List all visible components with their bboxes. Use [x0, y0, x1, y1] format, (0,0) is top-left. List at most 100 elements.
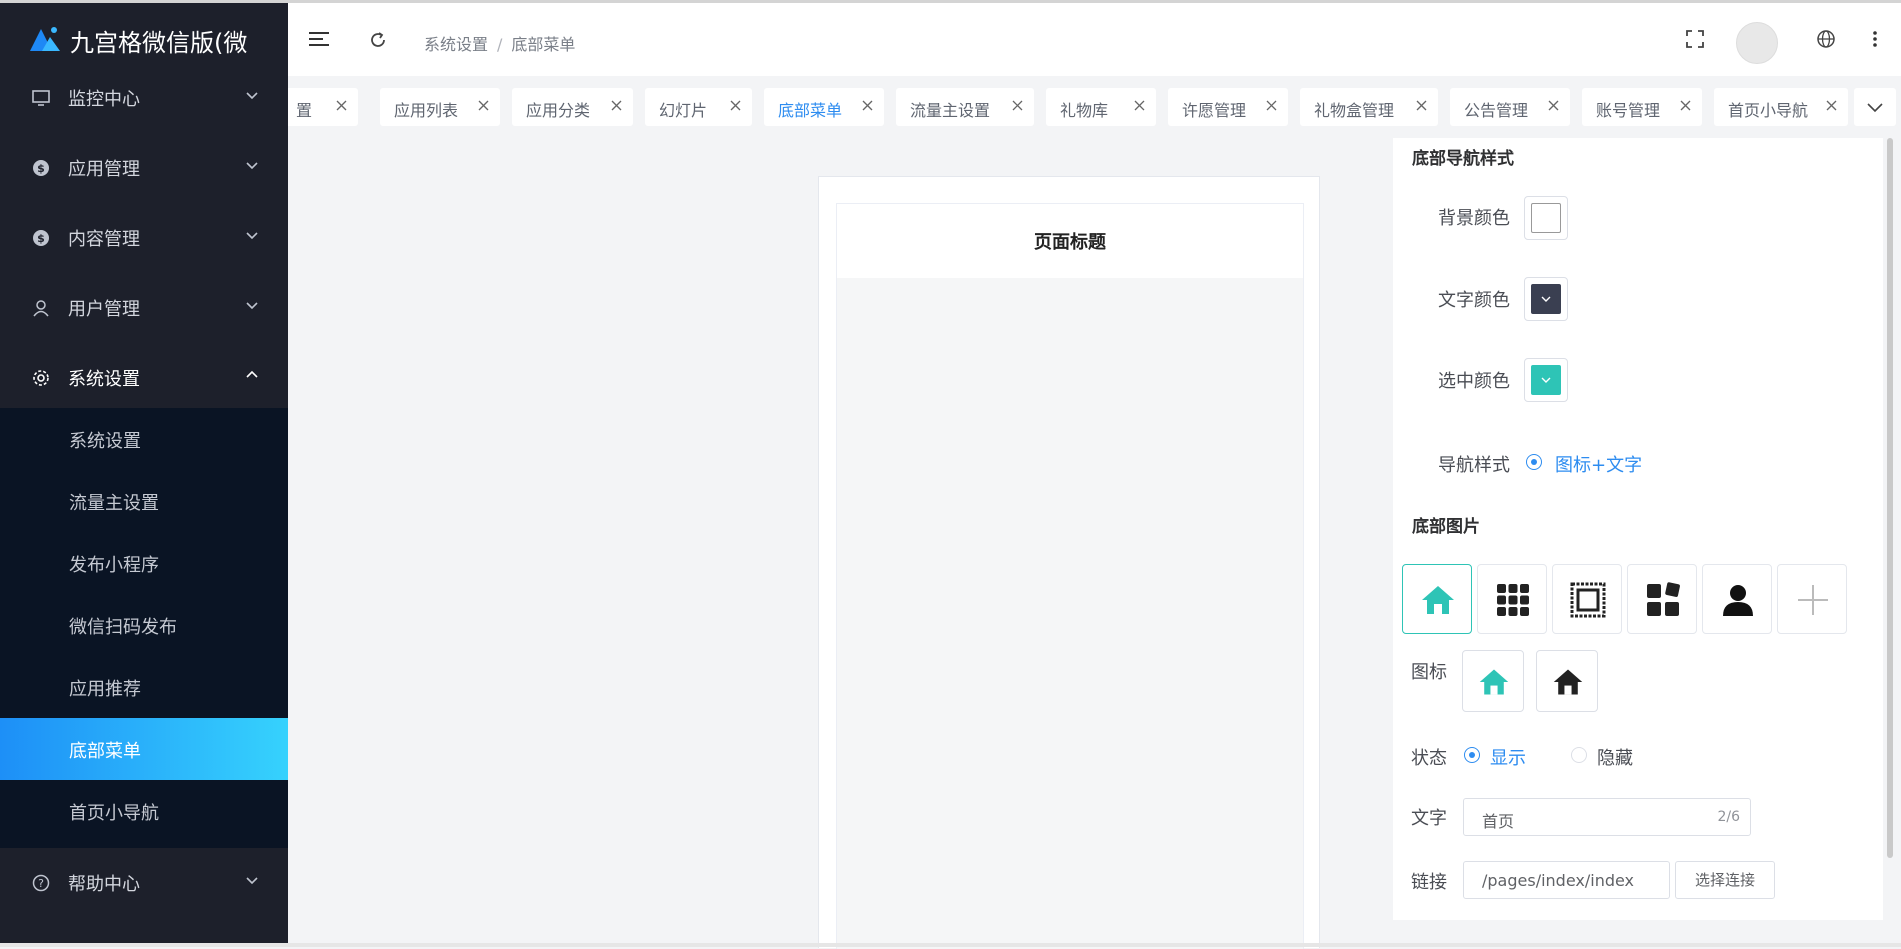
- submenu-home-nav[interactable]: 首页小导航: [0, 780, 288, 842]
- submenu-publish-miniprogram[interactable]: 发布小程序: [0, 532, 288, 594]
- close-icon[interactable]: [861, 99, 874, 112]
- menu-label: 系统设置: [68, 369, 140, 390]
- bg-color-picker[interactable]: [1524, 196, 1568, 240]
- tab-label: 礼物盒管理: [1314, 101, 1395, 120]
- monitor-icon: [32, 90, 50, 106]
- close-icon[interactable]: [1415, 99, 1428, 112]
- status-hide-label[interactable]: 隐藏: [1597, 744, 1633, 770]
- chevron-down-icon: [246, 162, 258, 170]
- hamburger-icon[interactable]: [309, 31, 329, 47]
- app-title: 九宫格微信版(微: [70, 29, 248, 57]
- tab-partial[interactable]: 置: [288, 88, 358, 126]
- phone-header: 页面标题: [837, 204, 1303, 278]
- system-settings-submenu: 系统设置 流量主设置 发布小程序 微信扫码发布 应用推荐 底部菜单 首页小导航: [0, 408, 288, 848]
- close-icon[interactable]: [477, 99, 490, 112]
- menu-content-management[interactable]: $ 内容管理: [0, 203, 288, 273]
- icon-label: 图标: [1411, 662, 1447, 683]
- chevron-down-icon: [246, 232, 258, 240]
- bottom-image-home[interactable]: [1402, 564, 1472, 634]
- tab-giftbox-management[interactable]: 礼物盒管理: [1300, 88, 1438, 126]
- color-fill: [1531, 284, 1561, 314]
- add-image-button[interactable]: [1777, 564, 1847, 634]
- close-icon[interactable]: [1547, 99, 1560, 112]
- bottom-image-apps[interactable]: [1627, 564, 1697, 634]
- chevron-down-icon: [1541, 296, 1551, 302]
- text-input[interactable]: 首页 2/6: [1463, 798, 1751, 836]
- close-icon[interactable]: [729, 99, 742, 112]
- menu-help-center[interactable]: ? 帮助中心: [0, 848, 288, 918]
- breadcrumb-item[interactable]: 系统设置: [424, 35, 488, 54]
- close-icon[interactable]: [1133, 99, 1146, 112]
- breadcrumb-separator: /: [497, 35, 503, 54]
- fullscreen-icon[interactable]: [1685, 29, 1705, 49]
- home-icon: [1479, 669, 1509, 695]
- close-icon[interactable]: [1265, 99, 1278, 112]
- tab-label: 账号管理: [1596, 101, 1661, 120]
- refresh-icon[interactable]: [368, 30, 388, 50]
- nav-style-title: 底部导航样式: [1412, 149, 1514, 169]
- link-input-value: /pages/index/index: [1482, 871, 1635, 890]
- default-icon-box[interactable]: [1536, 650, 1598, 712]
- globe-icon[interactable]: [1816, 29, 1836, 49]
- submenu-wechat-scan-publish[interactable]: 微信扫码发布: [0, 594, 288, 656]
- nav-type-radio[interactable]: [1526, 454, 1542, 470]
- link-input[interactable]: /pages/index/index: [1463, 861, 1670, 899]
- tab-slideshow[interactable]: 幻灯片: [645, 88, 752, 126]
- bottom-image-person[interactable]: [1702, 564, 1772, 634]
- more-vertical-icon[interactable]: [1872, 29, 1878, 49]
- bottom-image-grid[interactable]: [1477, 564, 1547, 634]
- tab-wish-management[interactable]: 许愿管理: [1168, 88, 1288, 126]
- submenu-bottom-menu[interactable]: 底部菜单: [0, 718, 288, 780]
- tab-account-management[interactable]: 账号管理: [1582, 88, 1702, 126]
- close-icon[interactable]: [1825, 99, 1838, 112]
- status-show-radio[interactable]: [1464, 747, 1480, 763]
- submenu-app-recommend[interactable]: 应用推荐: [0, 656, 288, 718]
- tab-traffic-settings[interactable]: 流量主设置: [896, 88, 1034, 126]
- tab-gift-library[interactable]: 礼物库: [1046, 88, 1156, 126]
- tab-bottom-menu[interactable]: 底部菜单: [764, 88, 884, 126]
- submenu-label: 系统设置: [69, 431, 141, 452]
- tab-notice-management[interactable]: 公告管理: [1450, 88, 1570, 126]
- status-hide-radio[interactable]: [1571, 747, 1587, 763]
- avatar[interactable]: [1736, 22, 1778, 64]
- menu-monitor-center[interactable]: 监控中心: [0, 63, 288, 133]
- panel-scrollbar[interactable]: [1887, 138, 1893, 858]
- logo[interactable]: 九宫格微信版(微: [0, 3, 288, 71]
- char-counter: 2/6: [1717, 809, 1740, 825]
- selected-color-picker[interactable]: [1524, 358, 1568, 402]
- status-show-label[interactable]: 显示: [1490, 744, 1526, 770]
- color-fill: [1531, 203, 1561, 233]
- menu-user-management[interactable]: 用户管理: [0, 273, 288, 343]
- breadcrumb-item: 底部菜单: [511, 35, 576, 54]
- tab-app-category[interactable]: 应用分类: [512, 88, 633, 126]
- text-color-label: 文字颜色: [1438, 290, 1510, 311]
- menu-label: 监控中心: [68, 89, 140, 110]
- text-color-picker[interactable]: [1524, 277, 1568, 321]
- close-icon[interactable]: [1011, 99, 1024, 112]
- bottom-image-frame[interactable]: [1552, 564, 1622, 634]
- close-icon[interactable]: [1679, 99, 1692, 112]
- close-icon[interactable]: [610, 99, 623, 112]
- top-header: 系统设置 / 底部菜单: [288, 3, 1901, 77]
- chevron-down-icon: [1867, 103, 1883, 113]
- tab-label: 置: [296, 101, 313, 120]
- tab-label: 应用分类: [526, 101, 591, 120]
- menu-app-management[interactable]: $ 应用管理: [0, 133, 288, 203]
- tab-app-list[interactable]: 应用列表: [380, 88, 500, 126]
- tab-home-nav[interactable]: 首页小导航: [1714, 88, 1848, 126]
- chevron-down-icon: [246, 92, 258, 100]
- menu-system-settings[interactable]: 系统设置: [0, 343, 288, 413]
- selected-icon-box[interactable]: [1462, 650, 1524, 712]
- submenu-system-settings[interactable]: 系统设置: [0, 408, 288, 470]
- selected-color-label: 选中颜色: [1438, 371, 1510, 392]
- choose-link-button[interactable]: 选择连接: [1675, 861, 1775, 899]
- close-icon[interactable]: [335, 99, 348, 112]
- submenu-label: 流量主设置: [69, 493, 159, 514]
- chevron-up-icon: [246, 370, 258, 378]
- tabs-dropdown-button[interactable]: [1854, 88, 1896, 126]
- submenu-traffic-settings[interactable]: 流量主设置: [0, 470, 288, 532]
- dollar-circle-icon: $: [33, 160, 49, 176]
- breadcrumb: 系统设置 / 底部菜单: [424, 31, 575, 55]
- svg-text:?: ?: [38, 877, 44, 890]
- nav-type-option[interactable]: 图标+文字: [1555, 451, 1642, 477]
